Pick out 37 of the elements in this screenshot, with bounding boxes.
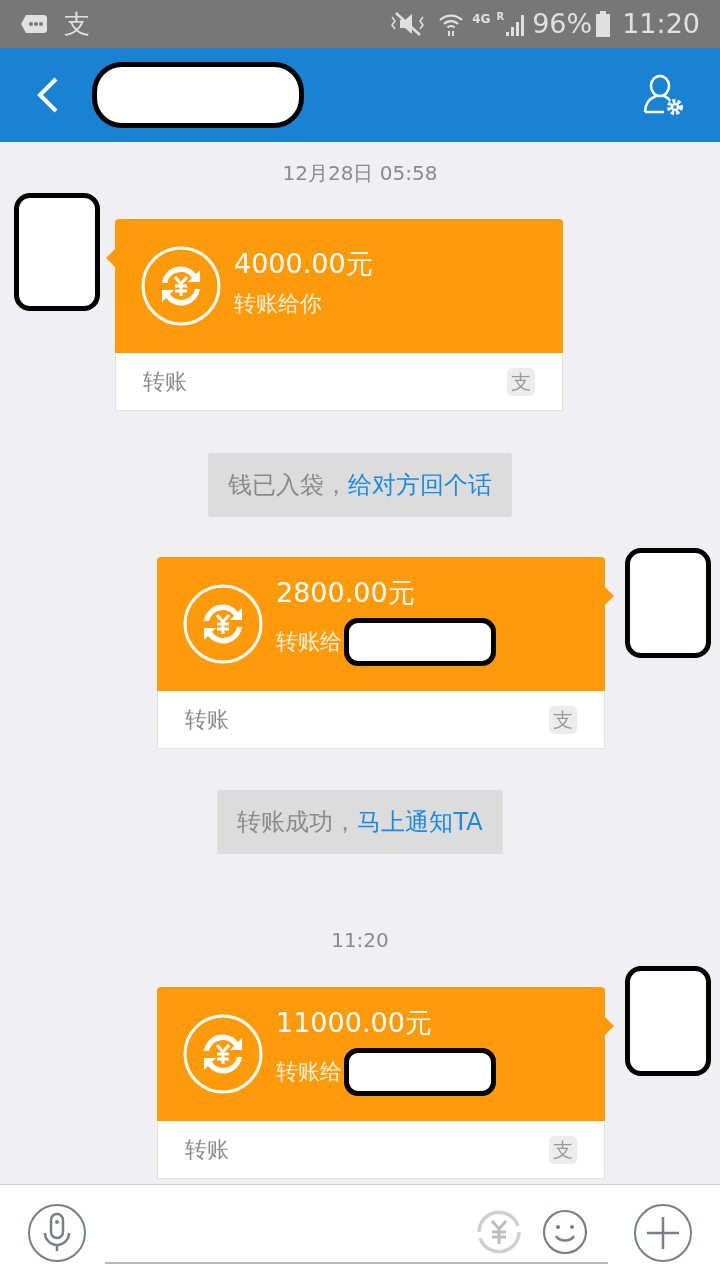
payment-logo-icon: 支 [507, 367, 535, 396]
notice-text: 转账成功， [237, 807, 358, 838]
smiley-icon[interactable] [542, 1208, 588, 1255]
transfer-subtitle: 转账给 [276, 1058, 342, 1086]
notice-link[interactable]: 给对方回个话 [348, 467, 492, 503]
transfer-subtitle: 转账给你 [234, 290, 322, 318]
mute-icon [390, 11, 427, 37]
signal-icon [504, 12, 527, 36]
user-settings-icon[interactable] [642, 74, 686, 116]
microphone-icon[interactable] [27, 1202, 87, 1263]
battery-icon [596, 11, 611, 37]
bubble-tail [605, 587, 614, 605]
transfer-subtitle: 转账给 [276, 628, 342, 656]
notice-link[interactable]: 马上通知TA [357, 804, 483, 840]
plus-icon[interactable] [633, 1202, 693, 1263]
card-footer-label: 转账 [185, 1136, 229, 1164]
payment-logo-icon: 支 [549, 1135, 577, 1164]
roaming-indicator: R [496, 10, 505, 24]
yuan-transfer-icon [182, 583, 264, 665]
timestamp: 11:20 [331, 928, 389, 952]
yuan-transfer-icon [140, 245, 222, 327]
amount-text: 2800.00元 [276, 576, 416, 610]
app-logo-icon: 支 [64, 4, 90, 44]
payment-logo-icon: 支 [549, 705, 577, 734]
yuan-transfer-icon [182, 1013, 264, 1095]
timestamp: 12月28日 05:58 [282, 161, 438, 185]
card-footer-label: 转账 [143, 368, 187, 396]
bubble-tail [106, 249, 115, 267]
chat-bubble-icon [20, 13, 48, 35]
bubble-tail [605, 1017, 614, 1035]
amount-text: 4000.00元 [234, 247, 373, 281]
network-type: 4G [472, 11, 491, 28]
clock: 11:20 [622, 6, 700, 41]
battery-percent: 96% [532, 6, 593, 41]
notice-text: 钱已入袋， [228, 470, 348, 501]
amount-text: 11000.00元 [276, 1006, 433, 1040]
card-footer-label: 转账 [185, 706, 229, 734]
